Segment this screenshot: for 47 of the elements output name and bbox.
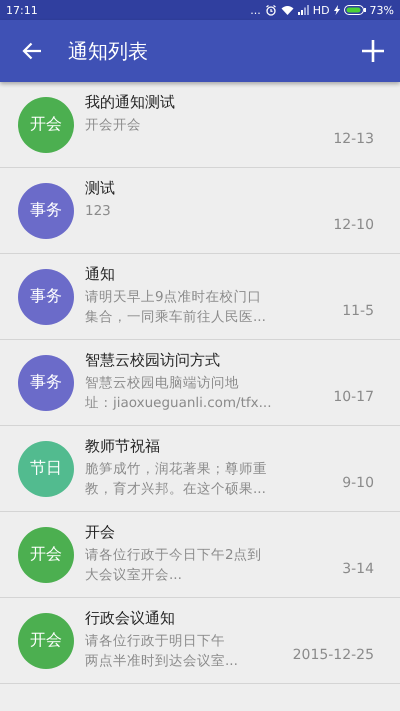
notice-preview: 请各位行政于明日下午 两点半准时到达会议室... [85,632,239,671]
notice-date: 10-17 [333,389,374,405]
notice-preview: 脆笋成竹，润花著果；尊师重 教，育才兴邦。在这个硕果... [85,460,268,499]
notice-date: 3-14 [342,561,374,577]
battery-icon [344,5,366,15]
category-badge: 事务 [18,268,74,324]
notice-date: 12-10 [333,217,374,233]
category-badge: 事务 [18,182,74,238]
notice-item[interactable]: 节日 教师节祝福 脆笋成竹，润花著果；尊师重 教，育才兴邦。在这个硕果... 9-10 [0,426,400,512]
notice-item[interactable]: 事务 测试 123 12-10 [0,168,400,254]
category-badge: 开会 [18,612,74,668]
notice-title: 通知 [85,264,116,284]
notice-item[interactable]: 事务 通知 请明天早上9点准时在校门口 集合，一同乘车前往人民医... 11-5 [0,254,400,340]
category-badge: 开会 [18,526,74,582]
notice-item[interactable]: 开会 行政会议通知 请各位行政于明日下午 两点半准时到达会议室... 2015-12-25 [0,598,400,684]
notice-date: 2015-12-25 [292,647,374,663]
notice-title: 开会 [85,522,116,542]
network-type: HD [312,4,330,16]
wifi-icon [280,4,294,16]
notice-date: 12-13 [333,131,374,147]
back-arrow-icon[interactable] [22,42,42,60]
page-title: 通知列表 [68,38,149,64]
notice-item[interactable]: 开会 我的通知测试 开会开会 12-13 [0,82,400,168]
battery-percent: 73% [370,4,394,16]
notice-title: 我的通知测试 [85,92,176,112]
notice-preview: 请各位行政于今日下午2点到 大会议室开会... [85,546,263,585]
notice-title: 智慧云校园访问方式 [85,350,221,370]
notice-preview: 开会开会 [85,116,142,135]
alarm-icon [264,4,277,16]
notice-title: 行政会议通知 [85,608,176,628]
notice-title: 测试 [85,178,116,198]
category-badge: 节日 [18,440,74,496]
clock-time: 17:11 [6,4,38,16]
notice-preview: 123 [85,202,112,221]
notice-item[interactable]: 开会 开会 请各位行政于今日下午2点到 大会议室开会... 3-14 [0,512,400,598]
category-badge: 开会 [18,96,74,152]
notice-date: 11-5 [342,303,374,319]
notice-date: 9-10 [342,475,374,491]
charging-icon [334,5,340,15]
more-indicator: ... [250,4,261,16]
notice-preview: 请明天早上9点准时在校门口 集合，一同乘车前往人民医... [85,288,267,327]
notice-preview: 智慧云校园电脑端访问地 址：jiaoxueguanli.com/tfx... [85,374,273,413]
category-badge: 事务 [18,354,74,410]
notice-title: 教师节祝福 [85,436,161,456]
add-icon[interactable] [362,40,384,62]
notice-item[interactable]: 事务 智慧云校园访问方式 智慧云校园电脑端访问地 址：jiaoxueguanli.com/tfx... 10-17 [0,340,400,426]
signal-icon [298,5,309,15]
